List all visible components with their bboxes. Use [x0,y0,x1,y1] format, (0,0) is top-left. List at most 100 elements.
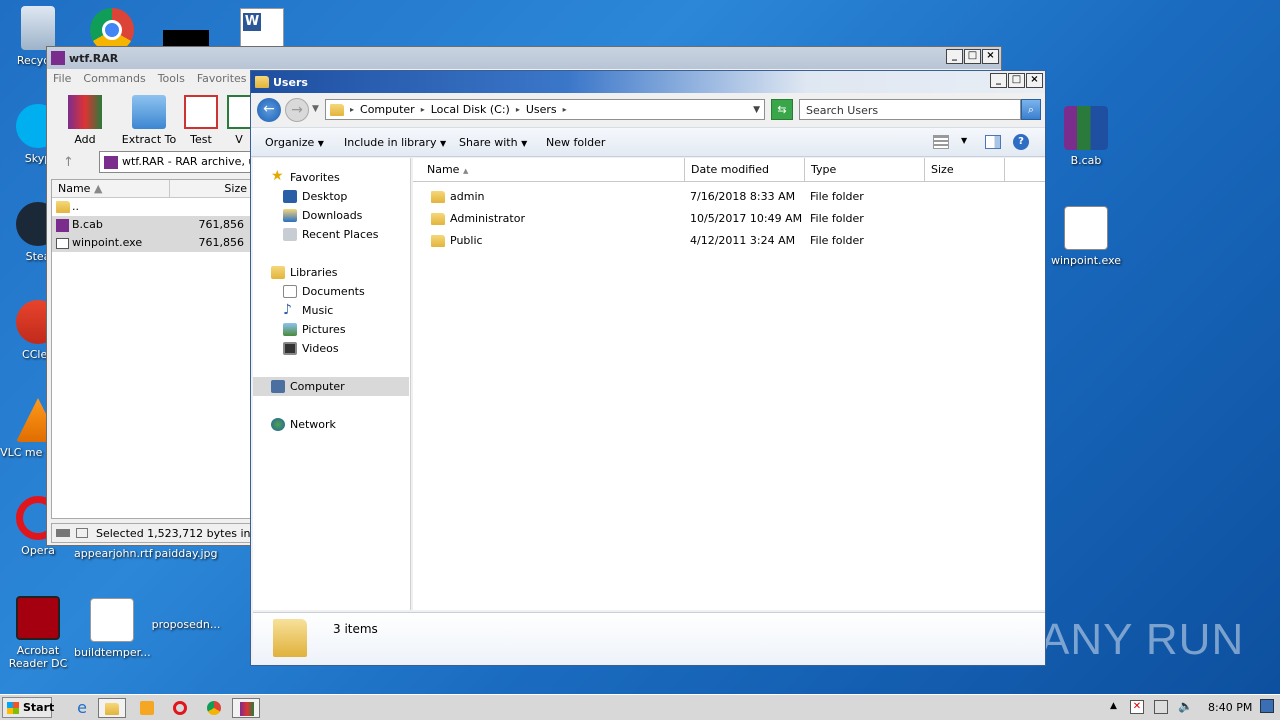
nav-pictures[interactable]: Pictures [253,320,409,339]
folder-up-icon [56,201,70,213]
minimize-button[interactable]: _ [990,73,1007,88]
view-icon [227,95,251,129]
taskbar: Start e ▲ ✕ 🔈 8:40 PM [0,694,1280,720]
test-button[interactable]: Test [175,95,227,146]
breadcrumb-local-disk[interactable]: Local Disk (C:) [431,103,510,116]
jpg-file-icon[interactable]: paidday.jpg [148,547,224,560]
col-size[interactable]: Size [170,180,252,198]
anyrun-watermark: ANY RUN [1040,615,1245,664]
rtf-file-icon[interactable]: appearjohn.rtf [74,547,153,560]
minimize-button[interactable]: _ [946,49,963,64]
media-player-icon[interactable] [134,698,162,718]
show-desktop-icon[interactable] [1260,699,1274,713]
forward-button[interactable]: → [285,98,309,122]
maximize-button[interactable]: □ [1008,73,1025,88]
archive-path-field[interactable]: wtf.RAR - RAR archive, ur [99,151,253,173]
col-type[interactable]: Type [805,158,925,182]
black-app-icon[interactable] [163,30,209,46]
close-button[interactable]: × [982,49,999,64]
computer-icon [271,380,285,393]
up-arrow-icon[interactable]: ↑ [63,155,74,170]
chevron-right-icon: ▸ [562,105,567,114]
nav-desktop[interactable]: Desktop [253,187,409,206]
chrome-taskbar-icon[interactable] [200,698,228,718]
list-item[interactable]: .. [52,198,250,216]
network-tray-icon[interactable] [1154,700,1168,714]
list-item[interactable]: Public 4/12/2011 3:24 AM File folder [413,232,1045,250]
nav-videos[interactable]: Videos [253,339,409,358]
preview-pane-icon[interactable] [985,135,1001,149]
winrar-taskbar-icon[interactable] [232,698,260,718]
explorer-titlebar[interactable]: Users _ □ × [251,71,1045,93]
details-pane: 3 items [253,612,1045,664]
menu-file[interactable]: File [53,72,71,85]
extract-to-button[interactable]: Extract To [117,95,181,146]
nav-documents[interactable]: Documents [253,282,409,301]
search-icon[interactable]: ⌕ [1021,99,1041,120]
nav-libraries[interactable]: Libraries [253,263,409,282]
ie-icon[interactable]: e [68,698,96,718]
sort-arrow-icon: ▲ [462,167,469,175]
nav-favorites[interactable]: ★ Favorites [253,168,409,187]
word-file-icon[interactable]: buildtemper... [74,598,151,659]
maximize-button[interactable]: □ [964,49,981,64]
col-name[interactable]: Name ▲ [52,180,170,198]
include-in-library-button[interactable]: Include in library ▼ [344,136,446,149]
windows-logo-icon [7,702,19,714]
list-item[interactable]: B.cab 761,856 [52,216,250,234]
nav-recent-places[interactable]: Recent Places [253,225,409,244]
list-item[interactable]: winpoint.exe 761,856 [52,234,250,252]
libraries-icon [271,266,285,279]
acrobat-icon[interactable]: Acrobat Reader DC [0,596,76,670]
exe-icon [56,238,69,249]
add-button[interactable]: Add [59,95,111,146]
col-date-modified[interactable]: Date modified [685,158,805,182]
menu-commands[interactable]: Commands [83,72,145,85]
address-bar[interactable]: ▸ Computer ▸ Local Disk (C:) ▸ Users ▸ ▼ [325,99,765,120]
opera-taskbar-icon[interactable] [166,698,194,718]
show-hidden-icons[interactable]: ▲ [1110,701,1117,711]
menu-favorites[interactable]: Favorites [197,72,247,85]
col-name[interactable]: Name ▲ [413,158,685,182]
clock[interactable]: 8:40 PM [1208,701,1252,714]
chevron-right-icon: ▸ [420,105,425,114]
organize-button[interactable]: Organize ▼ [265,136,324,149]
new-folder-button[interactable]: New folder [546,136,605,149]
history-dropdown-icon[interactable]: ▼ [312,104,319,114]
refresh-button[interactable]: ⇆ [771,99,793,120]
breadcrumb-users[interactable]: Users [526,103,557,116]
file-icon[interactable]: proposedn... [148,618,224,631]
nav-network[interactable]: Network [253,415,409,434]
search-input[interactable]: Search Users [799,99,1021,120]
action-center-icon[interactable]: ✕ [1130,700,1144,714]
start-button[interactable]: Start [2,697,54,718]
explorer-taskbar-icon[interactable] [98,698,126,718]
file-list-pane: Name ▲ Date modified Type Size admin 7/1… [413,158,1045,610]
breadcrumb-computer[interactable]: Computer [360,103,415,116]
word-doc-icon[interactable]: W [240,8,284,48]
address-dropdown-icon[interactable]: ▼ [753,105,760,115]
col-size[interactable]: Size [925,158,1005,182]
volume-icon[interactable]: 🔈 [1178,699,1193,713]
recent-places-icon [283,228,297,241]
close-button[interactable]: × [1026,73,1043,88]
list-item[interactable]: admin 7/16/2018 8:33 AM File folder [413,188,1045,206]
view-button[interactable]: V [227,95,251,146]
nav-music[interactable]: ♪ Music [253,301,409,320]
list-item[interactable]: Administrator 10/5/2017 10:49 AM File fo… [413,210,1045,228]
back-button[interactable]: ← [257,98,281,122]
chevron-right-icon: ▸ [350,105,355,114]
view-options-icon[interactable] [933,135,949,149]
winrar-statusbar: Selected 1,523,712 bytes in 2 fil [51,523,251,543]
nav-downloads[interactable]: Downloads [253,206,409,225]
nav-computer[interactable]: Computer [253,377,409,396]
exe-file-icon[interactable]: winpoint.exe [1048,206,1124,267]
cab-file-icon[interactable]: B.cab [1048,106,1124,167]
winrar-titlebar[interactable]: wtf.RAR _ □ × [47,47,1001,69]
chevron-down-icon[interactable]: ▼ [961,136,967,145]
menu-tools[interactable]: Tools [158,72,185,85]
share-with-button[interactable]: Share with ▼ [459,136,527,149]
cab-icon [56,219,69,232]
help-icon[interactable]: ? [1013,134,1029,150]
folder-title-icon [255,76,269,88]
